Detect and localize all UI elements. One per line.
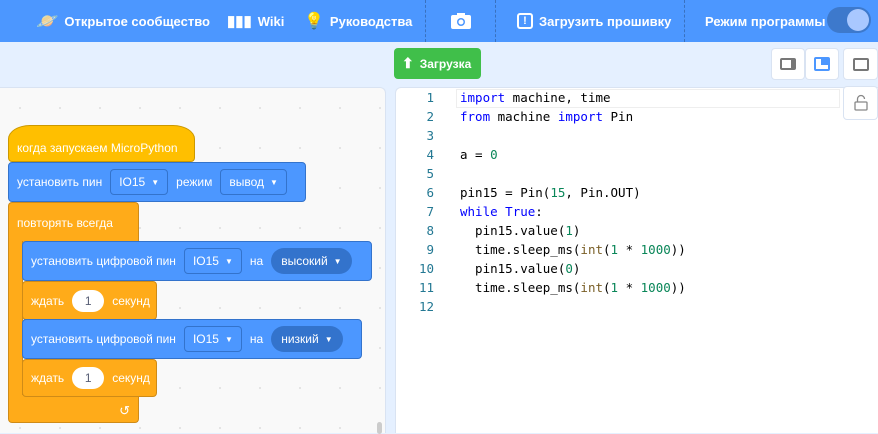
line-number: 6 [426,185,434,200]
wait-block[interactable]: ждать 1 секунд [22,281,157,320]
program-mode-toggle[interactable] [827,7,871,33]
lightbulb-icon: 💡 [304,13,324,30]
program-mode-label: Режим программы [705,13,826,29]
caret-down-icon: ▼ [224,256,233,266]
upload-icon: ⬆ [402,55,414,71]
code-editor[interactable]: 1 import machine, time 2 from machine impor… [395,87,878,433]
code-line[interactable]: pin15.value(0) [460,261,580,276]
scrollbar[interactable] [377,422,382,434]
set-pin-mode-block[interactable]: установить пин IO15 ▼ режим вывод ▼ [8,162,306,202]
level-dropdown[interactable]: высокий ▼ [271,248,352,274]
digital-write-block[interactable]: установить цифровой пин IO15 ▼ на низкий ▼ [22,319,362,359]
line-number: 11 [418,280,434,295]
caret-down-icon: ▼ [270,177,278,187]
code-line[interactable]: import machine, time [460,90,611,105]
forever-block-bottom: ↺ [8,395,139,423]
blocks-workspace[interactable]: когда запускаем MicroPython установить п… [0,87,386,434]
layout-icon [814,57,830,71]
code-line[interactable]: while True: [460,204,543,219]
pin-dropdown[interactable]: IO15 ▼ [183,326,242,352]
code-line[interactable]: pin15.value(1) [460,223,580,238]
pin-dropdown[interactable]: IO15 ▼ [183,248,242,274]
firmware-button[interactable]: ! Загрузить прошивку [517,0,671,42]
line-number: 3 [426,128,434,143]
wait-block[interactable]: ждать 1 секунд [22,359,157,397]
code-line[interactable]: a = 0 [460,147,498,162]
unlock-icon [853,94,868,111]
seconds-input[interactable]: 1 [72,367,105,389]
forever-block-arm [8,241,23,396]
layout-icon [852,57,869,71]
books-icon: ▮▮▮ [227,13,252,30]
line-number: 1 [426,90,434,105]
loop-arrow-icon: ↺ [119,403,130,418]
line-number: 5 [426,166,434,181]
camera-icon [451,13,471,29]
layout-icon [780,58,796,70]
line-number: 8 [426,223,434,238]
caret-down-icon: ▼ [333,256,342,266]
line-number: 4 [426,147,434,162]
divider [425,0,426,42]
caret-down-icon: ▼ [324,334,333,344]
level-dropdown[interactable]: низкий ▼ [271,326,343,352]
line-number: 2 [426,109,434,124]
guides-menu[interactable]: 💡 Руководства [304,0,412,42]
unlock-editor-button[interactable] [843,86,878,120]
caret-down-icon: ▼ [224,334,233,344]
seconds-input[interactable]: 1 [72,289,105,312]
line-number: 9 [426,242,434,257]
wiki-menu[interactable]: ▮▮▮ Wiki [227,0,284,42]
digital-write-block[interactable]: установить цифровой пин IO15 ▼ на высокий… [22,241,372,281]
community-menu[interactable]: 🪐 Открытое сообщество [36,0,210,42]
code-line[interactable]: time.sleep_ms(int(1 * 1000)) [460,242,686,257]
screenshot-button[interactable] [450,0,472,42]
layout-fullscreen-button[interactable] [843,48,878,80]
line-number: 12 [418,299,434,314]
caret-down-icon: ▼ [151,177,160,187]
mode-dropdown[interactable]: вывод ▼ [220,169,287,195]
planet-icon: 🪐 [36,10,59,31]
layout-stage-small-button[interactable] [771,48,805,80]
forever-block[interactable]: повторять всегда [8,202,139,242]
divider [495,0,496,42]
pin-dropdown[interactable]: IO15 ▼ [110,169,169,195]
chip-icon: ! [517,13,533,29]
layout-stage-large-button[interactable] [805,48,839,80]
line-number: 10 [418,261,434,276]
when-micropython-starts-block[interactable]: когда запускаем MicroPython [8,125,195,162]
upload-button[interactable]: ⬆ Загрузка [394,48,481,79]
line-number: 7 [426,204,434,219]
code-line[interactable]: pin15 = Pin(15, Pin.OUT) [460,185,641,200]
code-line[interactable]: from machine import Pin [460,109,633,124]
top-menu-bar: 🪐 Открытое сообщество ▮▮▮ Wiki 💡 Руководств… [0,0,878,42]
divider [684,0,685,42]
code-line[interactable]: time.sleep_ms(int(1 * 1000)) [460,280,686,295]
